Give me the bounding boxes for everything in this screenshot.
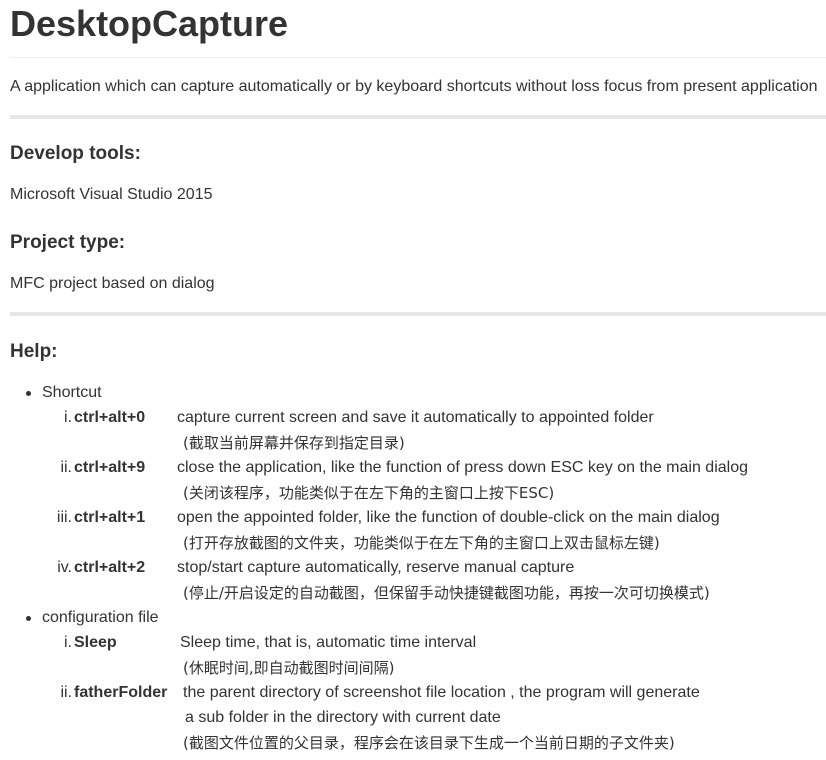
chinese-translation: (休眠时间,即自动截图时间间隔) — [183, 659, 395, 677]
horizontal-rule — [10, 312, 826, 316]
chinese-translation: (截图文件位置的父目录，程序会在该目录下生成一个当前日期的子文件夹) — [183, 734, 675, 752]
list-numeral: ii. — [60, 459, 72, 476]
bullet-icon — [26, 391, 31, 396]
section-label: configuration file — [42, 609, 159, 626]
item-description-line2: a sub folder in the directory with curre… — [185, 709, 501, 726]
title-divider — [10, 57, 826, 58]
help-heading: Help: — [10, 341, 58, 362]
page-title: DesktopCapture — [10, 3, 289, 44]
list-numeral: iv. — [57, 559, 72, 576]
config-key: Sleep — [74, 634, 117, 651]
shortcut-key: ctrl+alt+0 — [74, 409, 146, 426]
chinese-translation: (关闭该程序，功能类似于在左下角的主窗口上按下ESC) — [183, 484, 555, 502]
bullet-icon — [26, 616, 31, 621]
item-description: close the application, like the function… — [177, 459, 748, 476]
project-type-heading: Project type: — [10, 232, 126, 253]
project-type-value: MFC project based on dialog — [10, 275, 215, 292]
shortcut-key: ctrl+alt+1 — [74, 509, 146, 526]
config-key: fatherFolder — [74, 684, 168, 701]
shortcut-key: ctrl+alt+9 — [74, 459, 146, 476]
project-description: A application which can capture automati… — [10, 78, 818, 95]
chinese-translation: (截取当前屏幕并保存到指定目录) — [183, 434, 405, 452]
chinese-translation: (停止/开启设定的自动截图，但保留手动快捷键截图功能，再按一次可切换模式) — [183, 584, 710, 602]
shortcut-key: ctrl+alt+2 — [74, 559, 146, 576]
section-label: Shortcut — [42, 384, 102, 401]
list-numeral: i. — [64, 409, 72, 426]
item-description: Sleep time, that is, automatic time inte… — [180, 634, 477, 651]
develop-tools-heading: Develop tools: — [10, 143, 141, 164]
list-numeral: i. — [64, 634, 72, 651]
item-description: open the appointed folder, like the func… — [177, 509, 720, 526]
develop-tools-value: Microsoft Visual Studio 2015 — [10, 186, 213, 203]
item-description: capture current screen and save it autom… — [177, 409, 654, 426]
item-description: the parent directory of screenshot file … — [183, 684, 700, 701]
chinese-translation: (打开存放截图的文件夹，功能类似于在左下角的主窗口上双击鼠标左键) — [183, 534, 660, 552]
item-description: stop/start capture automatically, reserv… — [177, 559, 575, 576]
list-numeral: ii. — [60, 684, 72, 701]
list-numeral: iii. — [56, 509, 72, 526]
horizontal-rule — [10, 115, 826, 119]
